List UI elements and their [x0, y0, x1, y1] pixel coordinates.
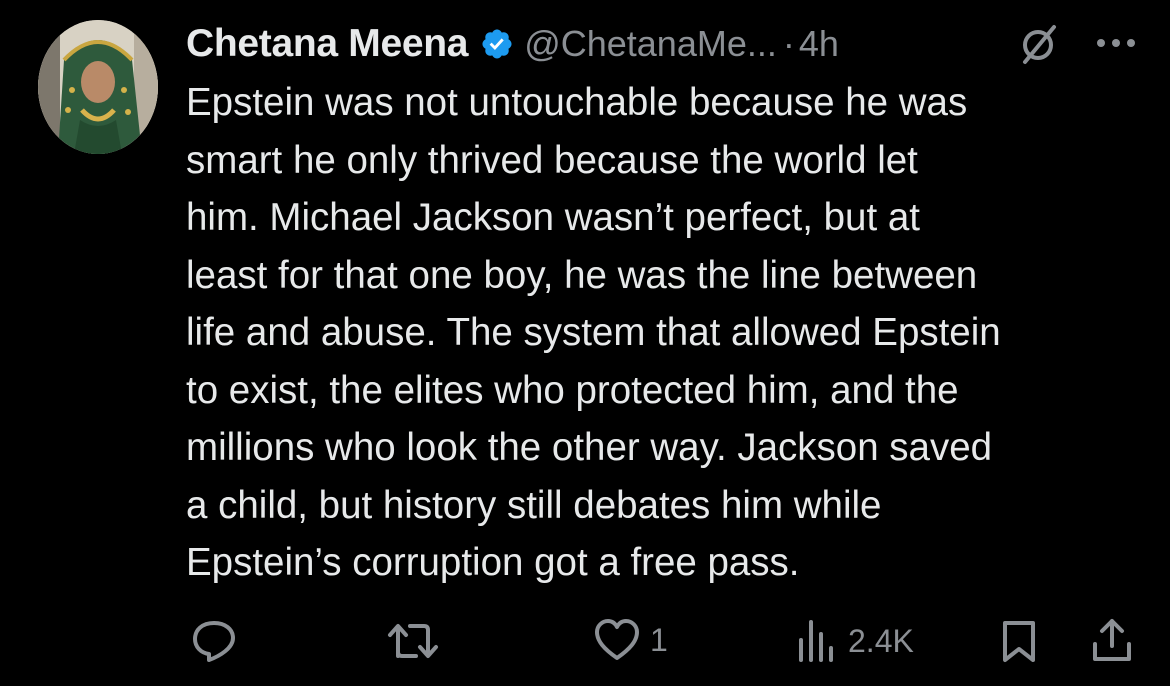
share-icon	[1093, 619, 1131, 661]
like-count: 1	[650, 621, 668, 658]
retweet-icon	[388, 624, 438, 658]
reply-button[interactable]	[190, 618, 238, 664]
separator-dot: ·	[782, 23, 795, 64]
grok-icon[interactable]	[1016, 21, 1062, 67]
views-button[interactable]: 2.4K	[796, 618, 914, 664]
like-button[interactable]: 1	[594, 618, 668, 662]
avatar[interactable]	[38, 20, 158, 154]
timestamp[interactable]: 4h	[799, 23, 839, 65]
views-icon	[799, 620, 833, 662]
verified-badge-icon	[482, 29, 512, 59]
tweet-text: Epstein was not untouchable because he w…	[186, 81, 1001, 584]
views-count: 2.4K	[848, 622, 914, 659]
avatar-image	[38, 20, 158, 154]
share-button[interactable]	[1090, 616, 1134, 664]
action-bar: 1 2.4K	[0, 600, 1170, 680]
user-handle[interactable]: @ChetanaMe...	[524, 23, 777, 65]
heart-icon	[595, 619, 639, 660]
retweet-button[interactable]	[386, 620, 440, 662]
display-name[interactable]: Chetana Meena	[186, 22, 468, 66]
bookmark-icon	[1003, 621, 1035, 662]
tweet-header: Chetana Meena @ChetanaMe... · 4h	[186, 16, 1146, 72]
bookmark-button[interactable]	[1000, 618, 1038, 664]
more-options-icon[interactable]	[1094, 36, 1138, 50]
tweet[interactable]: Chetana Meena @ChetanaMe... · 4h Epstein…	[0, 0, 1170, 686]
reply-icon	[193, 621, 235, 662]
